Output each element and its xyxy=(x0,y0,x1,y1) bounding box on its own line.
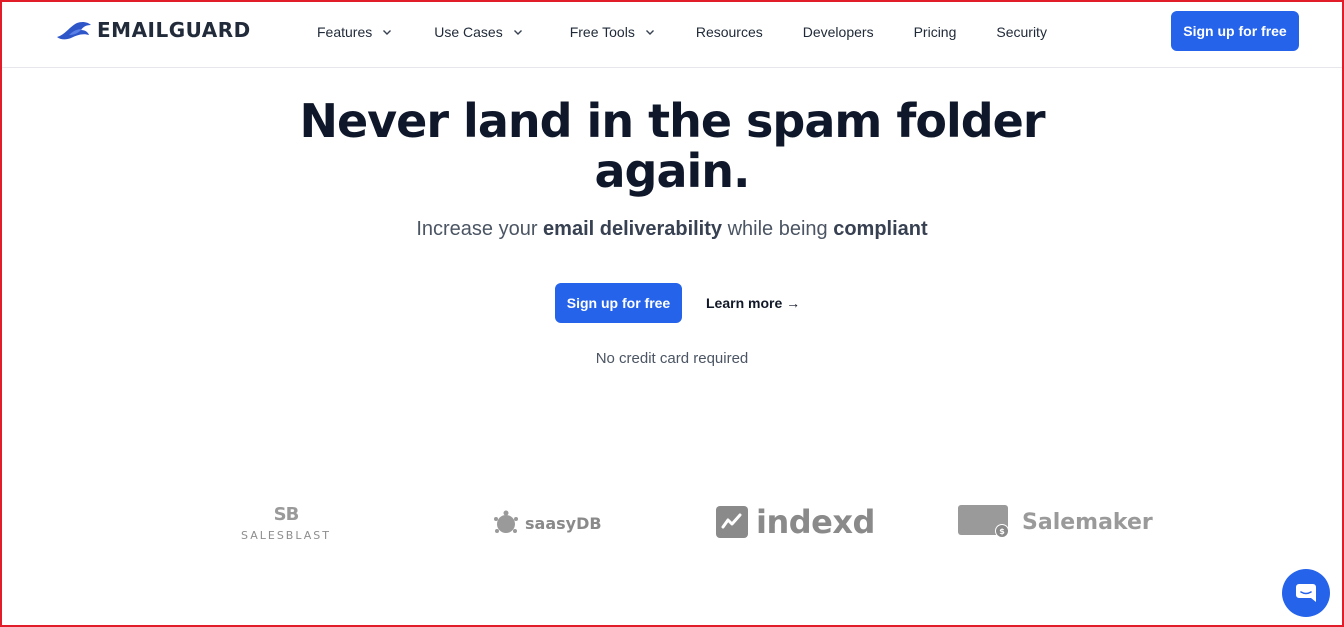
brand-name: EMAILGUARD xyxy=(97,18,251,42)
salemaker-name: Salemaker xyxy=(1022,509,1153,535)
site-header: EMAILGUARD Features Use Cases Free Tools… xyxy=(0,0,1344,68)
hero-sub-bold-compliant: compliant xyxy=(833,218,928,240)
hero-title-line-1: Never land in the spam folder xyxy=(299,94,1045,148)
indexd-logo: indexd xyxy=(716,503,875,541)
hero-title-line-2: again. xyxy=(594,144,751,198)
nav-resources[interactable]: Resources xyxy=(696,22,763,42)
salesblast-name: SALESBLAST xyxy=(241,529,331,542)
chevron-down-icon xyxy=(645,30,654,35)
hero-sub-bold-deliverability: email deliverability xyxy=(543,218,723,240)
nav-pricing[interactable]: Pricing xyxy=(914,22,957,42)
hero-subtitle: Increase your email deliverability while… xyxy=(0,218,1344,241)
chevron-down-icon xyxy=(513,30,522,35)
nav-use-cases-label: Use Cases xyxy=(434,24,503,40)
indexd-icon xyxy=(716,506,748,538)
hero-sub-mid: while being xyxy=(722,218,834,240)
hero-signup-button[interactable]: Sign up for free xyxy=(555,283,682,323)
saasydb-name: saasyDB xyxy=(525,513,602,533)
salesblast-mark: SB xyxy=(273,504,300,525)
hero-title: Never land in the spam folder again. xyxy=(0,96,1344,196)
salemaker-logo: $ Salemaker xyxy=(958,505,1153,539)
svg-text:$: $ xyxy=(999,527,1005,536)
header-signup-button[interactable]: Sign up for free xyxy=(1171,11,1299,51)
hero-actions: Sign up for free Learn more → xyxy=(555,283,800,323)
no-credit-card-note: No credit card required xyxy=(595,350,749,367)
brand-logo[interactable]: EMAILGUARD xyxy=(55,17,251,43)
chat-launcher-button[interactable] xyxy=(1282,569,1330,617)
learn-more-link[interactable]: Learn more → xyxy=(706,295,800,311)
nav-features-label: Features xyxy=(317,24,373,40)
indexd-name: indexd xyxy=(756,503,875,541)
nav-free-tools-label: Free Tools xyxy=(569,24,635,40)
nav-use-cases[interactable]: Use Cases xyxy=(434,22,522,42)
main-nav: Features Use Cases Free Tools Resources … xyxy=(317,22,1047,42)
chat-icon xyxy=(1296,584,1316,602)
salesblast-logo: SB SALESBLAST xyxy=(240,504,332,542)
hero-sub-pre: Increase your xyxy=(416,218,544,240)
saasydb-icon xyxy=(494,510,518,533)
nav-free-tools[interactable]: Free Tools xyxy=(570,22,655,42)
salemaker-icon: $ xyxy=(958,505,1009,538)
nav-features[interactable]: Features xyxy=(317,22,392,42)
customer-logos: SB SALESBLAST saasyDB indexd $ Salemaker xyxy=(0,500,1344,550)
chevron-down-icon xyxy=(383,30,392,35)
saasydb-logo: saasyDB xyxy=(492,509,602,537)
bird-logo-icon xyxy=(57,21,91,40)
nav-security[interactable]: Security xyxy=(996,22,1047,42)
nav-developers[interactable]: Developers xyxy=(803,22,874,42)
